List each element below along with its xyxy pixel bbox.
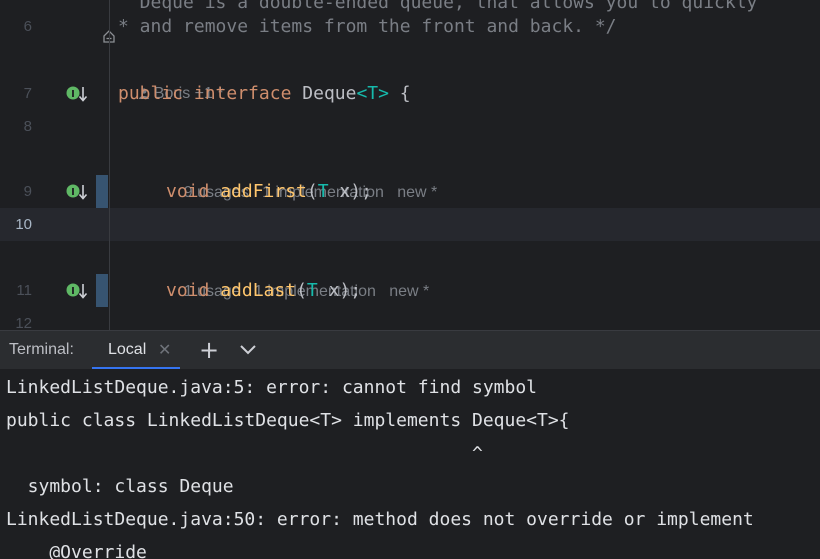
method-name: addFirst [220,181,307,202]
terminal-output[interactable]: LinkedListDeque.java:5: error: cannot fi… [0,369,820,559]
paren-open: ( [306,181,318,202]
vcs-change-marker[interactable] [96,175,108,208]
implemented-interface-icon[interactable]: I [66,182,88,202]
code-line-10[interactable]: 10 [0,208,820,241]
keyword-void: void [166,280,210,301]
terminal-tab-label: Local [108,341,147,358]
line-number: 8 [23,118,32,135]
code-text: void addLast(T x); [166,274,361,307]
terminal-line: symbol: class Deque [6,476,234,497]
param-name: x [317,280,340,301]
method-name: addLast [220,280,297,301]
gutter-divider [109,0,110,330]
keyword-public: public [118,83,184,104]
line-number: 9 [23,183,32,200]
param-type: T [317,181,329,202]
paren-close: ); [350,181,372,202]
close-icon[interactable]: ✕ [158,340,171,359]
generic-param: <T> [356,83,389,104]
terminal-line: @Override [6,542,147,559]
terminal-line: LinkedListDeque.java:5: error: cannot fi… [6,377,538,398]
brace: { [388,83,411,104]
code-text: void addFirst(T x); [166,175,372,208]
code-editor[interactable]: Deque is a double-ended queue, that allo… [0,0,820,330]
line-number: 7 [23,85,32,102]
implemented-interface-icon[interactable]: I [66,84,88,104]
code-line-11: 11 I void addLast(T x); [0,274,820,307]
code-line-8: 8 [0,110,820,143]
svg-text:I: I [71,187,75,198]
code-line-6: 6 * and remove items from the front and … [0,10,820,43]
add-terminal-icon[interactable]: + [199,336,219,364]
line-number: 10 [15,216,32,233]
line-number: 11 [16,282,32,299]
terminal-title: Terminal: [9,341,74,358]
code-line-12: 12 [0,307,820,330]
svg-text:I: I [71,286,75,297]
line-number: 6 [23,18,32,35]
param-name: x [328,181,351,202]
code-text: public interface Deque<T> { [118,77,411,110]
terminal-line: LinkedListDeque.java:50: error: method d… [6,509,754,530]
param-type: T [306,280,318,301]
vcs-change-marker[interactable] [96,274,108,307]
code-line-7: 7 I public interface Deque<T> { [0,77,820,110]
terminal-tab-local[interactable]: Local ✕ [92,331,180,370]
interface-name: Deque [302,83,357,104]
code-line-9: 9 I void addFirst(T x); [0,175,820,208]
implemented-interface-icon[interactable]: I [66,281,88,301]
paren-open: ( [296,280,307,301]
terminal-line: public class LinkedListDeque<T> implemen… [6,410,570,431]
code-text: * and remove items from the front and ba… [118,16,617,37]
terminal-toolbar: Terminal: Local ✕ + [0,330,820,370]
terminal-line: ^ [6,443,483,464]
line-number: 12 [15,315,32,330]
paren-close: ); [339,280,362,301]
keyword-interface: interface [193,83,292,104]
svg-text:I: I [71,89,75,100]
chevron-down-icon[interactable] [238,339,258,359]
keyword-void: void [166,181,210,202]
